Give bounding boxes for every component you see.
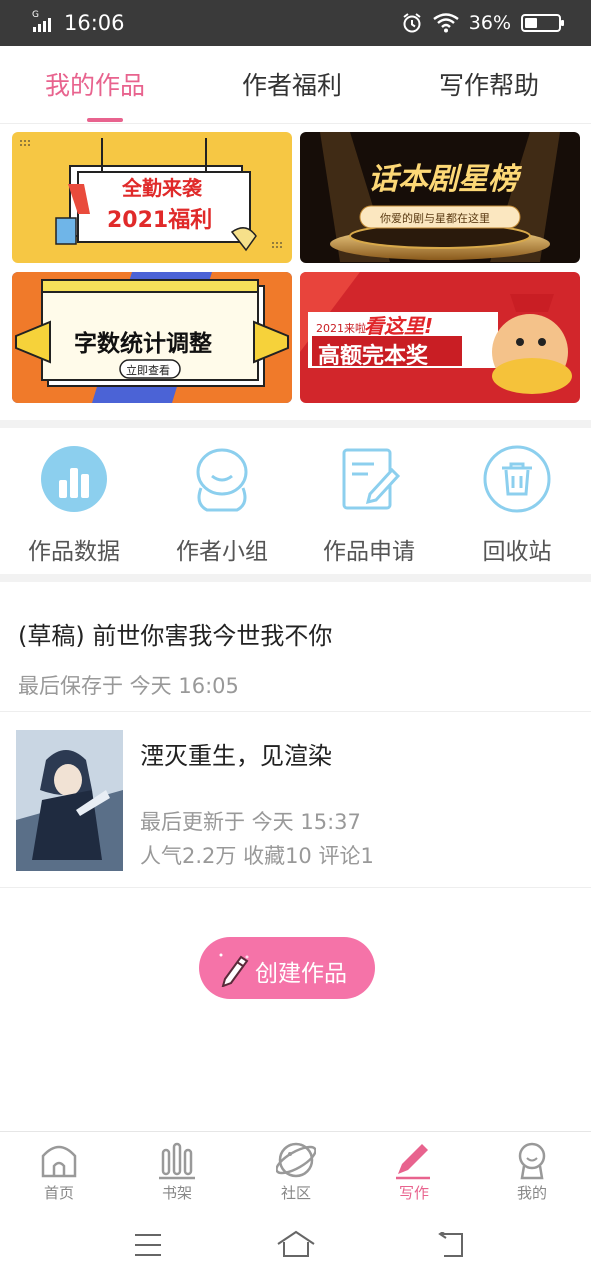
nav-write-label: 写作 [398,1184,429,1202]
recycle-bin-label: 回收站 [482,539,552,565]
status-right: 36% [401,10,564,36]
nav-write[interactable]: 写作 [374,1140,454,1203]
banner-grid: 全勤来袭 2021福利 话本剧星榜 你爱的剧与星都在这里 字数统计调整 立即查看… [12,132,580,404]
work-apply-action[interactable]: 作品申请 [304,444,434,566]
trash-icon [483,445,551,513]
tab-my-works[interactable]: 我的作品 [45,66,145,102]
quick-actions: 作品数据 作者小组 作品申请 回收站 [0,436,591,572]
group-icon [196,448,248,512]
banner-completion-subtitle: 高额完本奖 [318,344,429,369]
work-data-label: 作品数据 [28,539,120,565]
tab-indicator [87,118,123,122]
battery-percent: 36% [468,12,511,34]
draft-saved-time: 最后保存于 今天 16:05 [18,674,239,698]
draft-title: (草稿) 前世你害我今世我不你 [18,622,333,650]
banner-word-count-button: 立即查看 [126,364,170,377]
work-stats: 人气2.2万 收藏10 评论1 [140,844,374,868]
pen-icon [396,1144,430,1180]
banner-attendance-subtitle: 2021福利 [107,208,213,233]
alarm-icon [403,13,421,33]
divider [0,420,591,428]
status-time: 16:06 [64,11,125,35]
banner-completion-title: 看这里! [364,314,434,338]
banner-word-count[interactable]: 字数统计调整 立即查看 [12,272,292,403]
tab-author-benefits[interactable]: 作者福利 [242,66,342,102]
nav-home[interactable]: 首页 [19,1140,99,1203]
divider [0,574,591,582]
work-cover-image [16,730,123,871]
edit-document-icon [342,448,401,510]
banner-star-ranking[interactable]: 话本剧星榜 你爱的剧与星都在这里 [300,132,580,263]
bottom-nav: 首页 书架 社区 写作 我的 [0,1131,591,1208]
create-work-label: 创建作品 [255,961,347,987]
status-bar: G 16:06 36% [0,0,591,46]
network-type: G [32,10,39,20]
battery-icon [521,14,564,32]
home-icon [41,1145,77,1178]
recycle-bin-action[interactable]: 回收站 [452,444,582,566]
nav-bookshelf[interactable]: 书架 [137,1140,217,1203]
author-group-label: 作者小组 [176,539,268,565]
work-updated-time: 最后更新于 今天 15:37 [140,810,361,834]
back-icon[interactable] [436,1232,466,1258]
menu-icon[interactable] [133,1232,163,1258]
nav-bookshelf-label: 书架 [161,1184,192,1202]
top-tabs: 我的作品 作者福利 写作帮助 [0,46,591,124]
banner-star-ranking-title: 话本剧星榜 [368,162,518,197]
banner-attendance-title: 全勤来袭 [122,176,202,200]
tab-writing-help[interactable]: 写作帮助 [439,66,539,102]
create-work-button[interactable]: 创建作品 [199,937,375,999]
work-data-action[interactable]: 作品数据 [9,444,139,566]
banner-star-ranking-subtitle: 你爱的剧与星都在这里 [380,212,490,225]
pencil-icon [219,953,249,987]
nav-profile-label: 我的 [516,1184,547,1202]
wifi-icon [433,13,459,33]
banner-completion-award[interactable]: 2021来啦 看这里! 高额完本奖 [300,272,580,403]
home-system-icon[interactable] [276,1230,316,1258]
nav-home-label: 首页 [43,1184,74,1202]
work-apply-label: 作品申请 [323,539,415,565]
profile-icon [518,1142,546,1180]
cell-signal-icon: G [30,10,58,32]
bar-chart-icon [41,446,107,512]
planet-icon [276,1142,316,1178]
banner-completion-tag: 2021来啦 [316,322,366,335]
nav-community[interactable]: 社区 [256,1140,336,1203]
draft-item[interactable]: (草稿) 前世你害我今世我不你 最后保存于 今天 16:05 [0,582,591,712]
nav-community-label: 社区 [280,1184,311,1202]
system-nav-bar [0,1208,591,1280]
work-title: 湮灭重生，见渲染 [140,742,332,770]
bookshelf-icon [159,1142,195,1180]
banner-attendance[interactable]: 全勤来袭 2021福利 [12,132,292,263]
app-root: G 16:06 36% 我的作品 作者福利 写作帮助 全勤来袭 2021福利 话… [0,0,591,1280]
banner-word-count-title: 字数统计调整 [74,331,212,357]
author-group-action[interactable]: 作者小组 [157,444,287,566]
work-item[interactable]: 湮灭重生，见渲染 最后更新于 今天 15:37 人气2.2万 收藏10 评论1 [0,712,591,888]
nav-profile[interactable]: 我的 [492,1140,572,1203]
